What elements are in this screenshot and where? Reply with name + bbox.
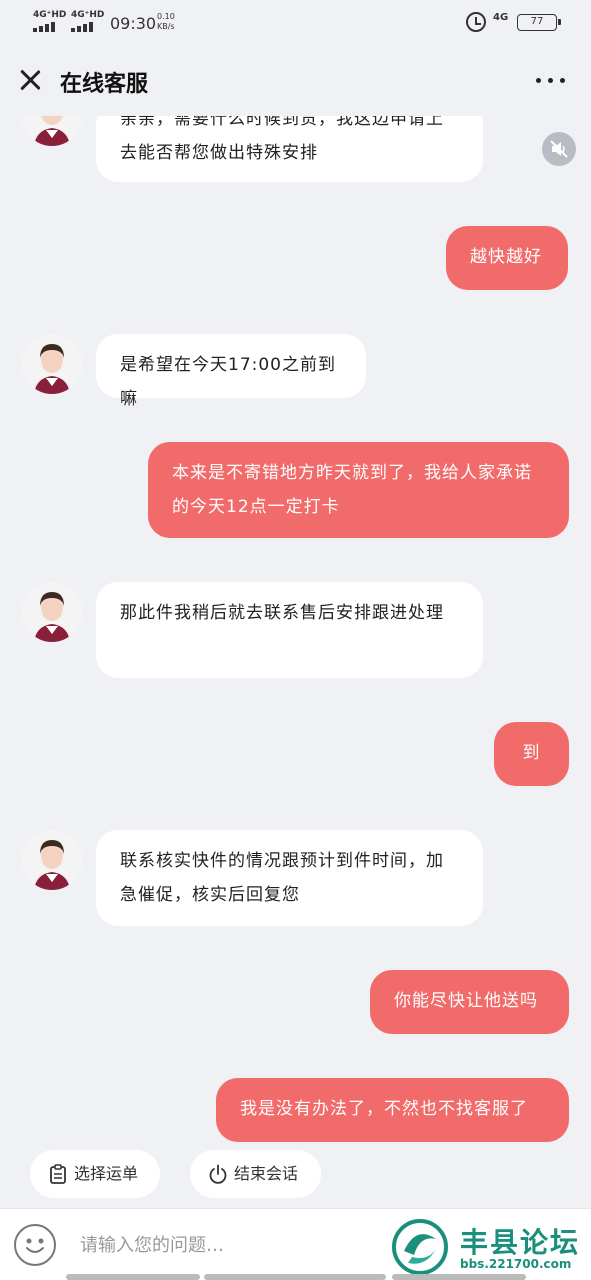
battery-icon: 77 <box>517 14 561 31</box>
agent-message-2: 是希望在今天17:00之前到嘛 <box>96 334 366 409</box>
close-button[interactable] <box>14 64 46 96</box>
watermark-name: 丰县论坛 <box>460 1226 581 1259</box>
nav-indicator <box>392 1274 526 1280</box>
user-message-5: 我是没有办法了，不然也不找客服了 <box>216 1078 569 1142</box>
page-title: 在线客服 <box>60 72 149 97</box>
status-time: 09:30 <box>110 14 157 33</box>
agent-avatar <box>22 116 82 146</box>
power-icon <box>209 1164 227 1184</box>
select-waybill-button[interactable]: 选择运单 <box>30 1150 160 1198</box>
emoji-button[interactable] <box>14 1224 56 1266</box>
agent-avatar <box>22 334 82 394</box>
chat-area[interactable]: 亲亲，需要什么时候到货，我这边申请上去能否帮您做出特殊安排 越快越好 是希望在今… <box>0 116 591 1150</box>
signal-label-2: 4G⁺HD <box>71 10 105 20</box>
agent-avatar <box>22 830 82 890</box>
more-button[interactable] <box>534 76 568 86</box>
mute-button[interactable] <box>542 132 576 166</box>
watermark-logo-icon <box>392 1219 448 1275</box>
alarm-icon <box>466 12 486 32</box>
select-waybill-label: 选择运单 <box>74 1164 139 1183</box>
agent-avatar <box>22 582 82 642</box>
user-message-3: 到 <box>494 722 569 786</box>
speaker-mute-icon <box>550 140 568 158</box>
header: 在线客服 <box>0 46 591 116</box>
emoji-icon <box>26 1238 44 1253</box>
signal-indicator-1: 4G⁺HD <box>33 10 66 32</box>
watermark-url: bbs.221700.com <box>460 1257 572 1271</box>
user-message-2: 本来是不寄错地方昨天就到了，我给人家承诺的今天12点一定打卡 <box>148 442 569 538</box>
message-input[interactable] <box>80 1227 380 1263</box>
end-session-button[interactable]: 结束会话 <box>190 1150 321 1198</box>
user-message-1: 越快越好 <box>446 226 568 290</box>
agent-message-1: 亲亲，需要什么时候到货，我这边申请上去能否帮您做出特殊安排 <box>96 116 483 182</box>
status-bar: 4G⁺HD 4G⁺HD 09:30 0.10 KB/s 4G 77 <box>0 0 591 46</box>
battery-level: 77 <box>530 16 544 27</box>
nav-indicator <box>66 1274 200 1280</box>
signal-label-1: 4G⁺HD <box>33 10 67 20</box>
nav-indicator <box>204 1274 386 1280</box>
watermark: 丰县论坛 bbs.221700.com <box>390 1217 590 1277</box>
agent-message-3: 那此件我稍后就去联系售后安排跟进处理 <box>96 582 483 678</box>
network-type: 4G <box>493 12 509 23</box>
signal-indicator-2: 4G⁺HD <box>71 10 104 32</box>
network-speed-unit: KB/s <box>157 22 175 31</box>
end-session-label: 结束会话 <box>234 1164 299 1183</box>
clipboard-icon <box>50 1164 66 1184</box>
network-speed: 0.10 KB/s <box>157 12 175 32</box>
input-bar: 丰县论坛 bbs.221700.com <box>0 1208 591 1280</box>
user-message-4: 你能尽快让他送吗 <box>370 970 569 1034</box>
agent-message-4: 联系核实快件的情况跟预计到件时间，加急催促，核实后回复您 <box>96 830 483 926</box>
network-speed-value: 0.10 <box>157 12 175 21</box>
